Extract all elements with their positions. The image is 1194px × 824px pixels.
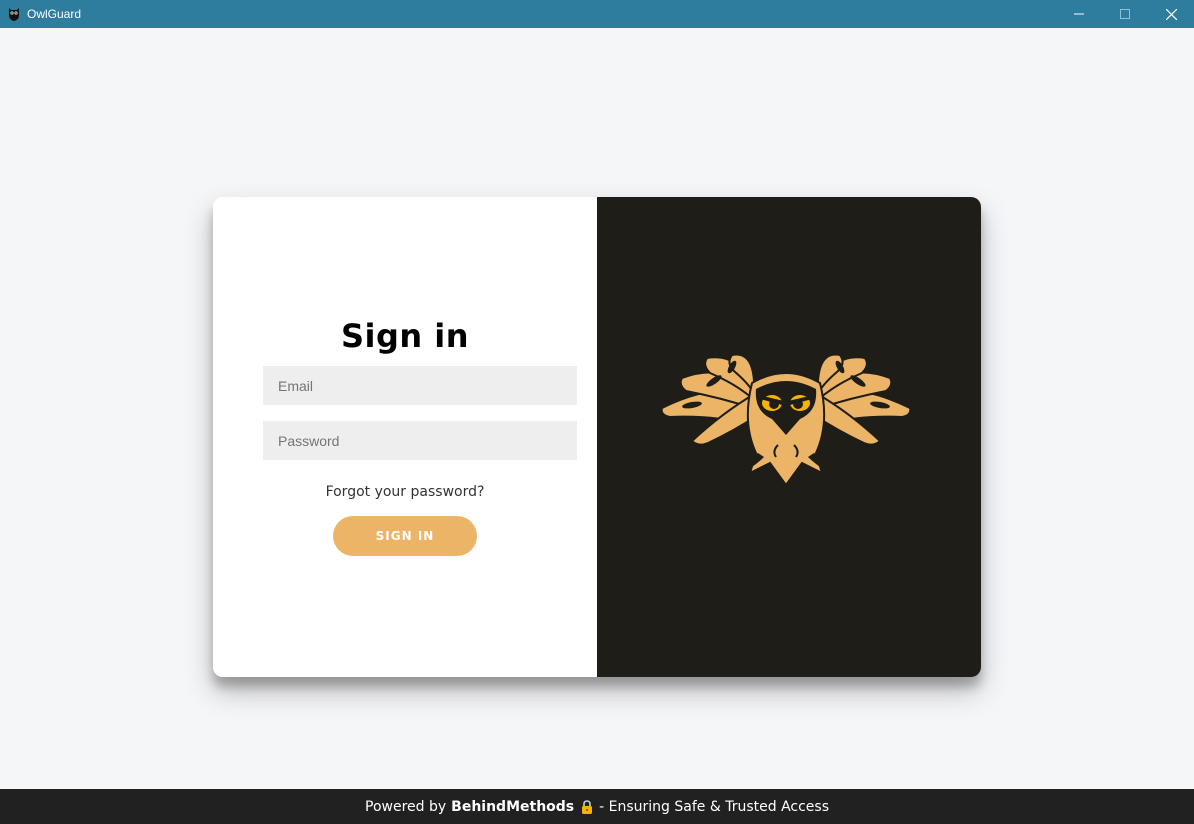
close-icon [1165,8,1177,20]
owl-icon [6,6,22,22]
window-title: OwlGuard [27,7,82,21]
sign-in-form: Sign in Forgot your password? SIGN IN [213,197,597,677]
lock-icon [581,799,593,814]
footer-prefix: Powered by [365,798,447,815]
maximize-button[interactable] [1102,0,1148,28]
minimize-button[interactable] [1056,0,1102,28]
brand-panel [597,197,981,677]
title-bar: OwlGuard [0,0,1194,28]
window-controls [1056,0,1194,28]
login-card: Sign in Forgot your password? SIGN IN [213,197,981,677]
owl-logo [660,353,912,487]
close-button[interactable] [1148,0,1194,28]
footer-brand: BehindMethods [451,798,575,815]
sign-in-button[interactable]: SIGN IN [333,516,477,556]
footer-suffix: - Ensuring Safe & Trusted Access [599,798,829,815]
password-field[interactable] [263,421,577,460]
maximize-icon [1120,9,1130,19]
main-area: Sign in Forgot your password? SIGN IN [0,28,1194,789]
footer: Powered by BehindMethods - Ensuring Safe… [0,789,1194,824]
sign-in-heading: Sign in [340,317,470,355]
minimize-icon [1074,13,1084,15]
email-field[interactable] [263,366,577,405]
forgot-password-link[interactable]: Forgot your password? [213,484,597,500]
